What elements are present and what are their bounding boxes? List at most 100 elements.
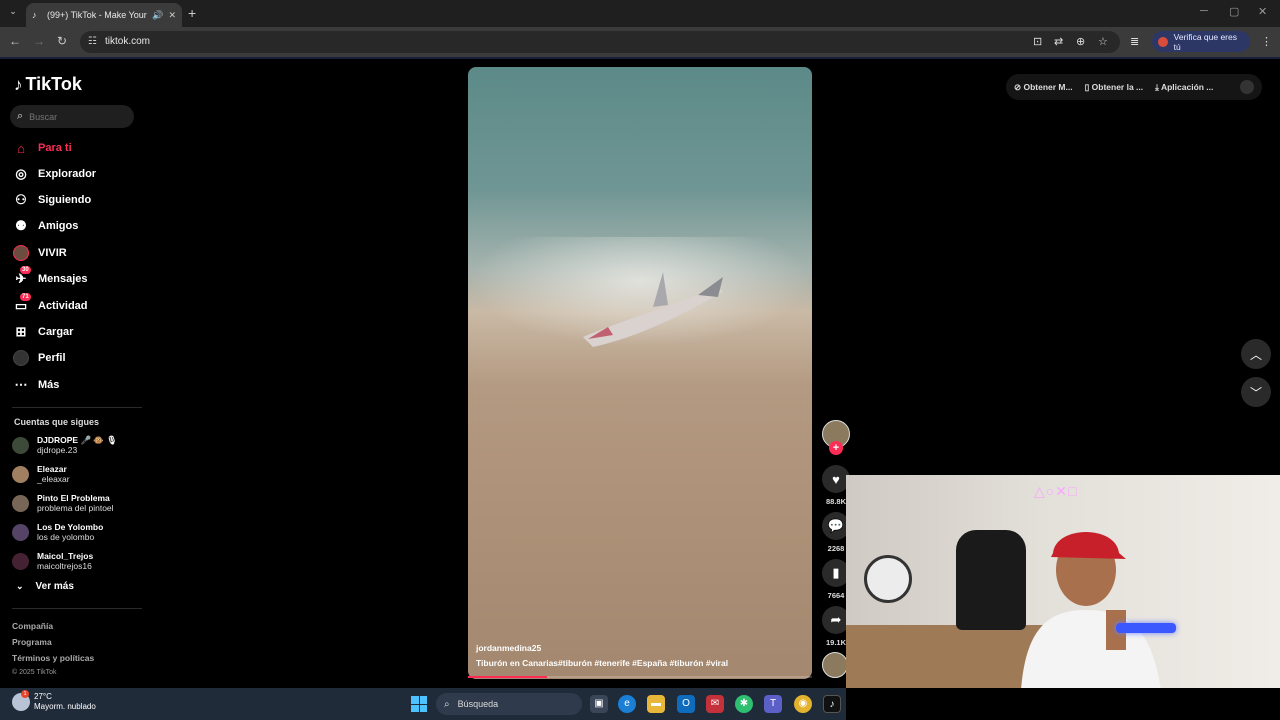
reload-icon[interactable]: ↻: [57, 34, 67, 48]
comment-icon: 💬: [827, 518, 845, 533]
nav-item-explorador[interactable]: ◎ Explorador: [12, 163, 96, 185]
video-username[interactable]: jordanmedina25: [476, 643, 541, 653]
following-user: djdrope.23: [37, 444, 78, 455]
mail-icon[interactable]: ✉: [706, 695, 724, 713]
zoom-icon[interactable]: ⊕: [1076, 35, 1085, 48]
taskbar-search[interactable]: ⌕ Búsqueda: [436, 693, 582, 715]
nav-item-perfil[interactable]: Perfil: [12, 347, 66, 369]
browser-menu-icon[interactable]: ⋮: [1261, 35, 1272, 48]
share-icon: ➦: [830, 612, 842, 627]
nav-item-amigos[interactable]: ⚉ Amigos: [12, 215, 78, 237]
get-app-link[interactable]: ▯ Obtener la ...: [1085, 82, 1144, 93]
search-icon: ⌕: [444, 698, 450, 710]
reading-list-icon[interactable]: ≣: [1130, 35, 1139, 48]
file-explorer-icon[interactable]: ▬: [647, 695, 665, 713]
follow-plus-icon[interactable]: +: [829, 441, 843, 455]
verify-label: Verifica que eres tú: [1173, 31, 1237, 52]
avatar: [12, 552, 29, 570]
new-tab-icon[interactable]: +: [188, 5, 196, 21]
profile-avatar-icon: [1158, 36, 1168, 47]
nav-item-cargar[interactable]: ⊞ Cargar: [12, 321, 74, 343]
nav-item-siguiendo[interactable]: ⚇ Siguiendo: [12, 189, 91, 211]
get-coins-link[interactable]: ⊘ Obtener M...: [1014, 82, 1073, 93]
upload-icon: ⊞: [15, 324, 27, 339]
tab-title: (99+) TikTok - Make Your Da: [47, 10, 147, 20]
xbox-app-icon[interactable]: ✱: [735, 695, 753, 713]
nav-item-vivir[interactable]: VIVIR: [12, 242, 67, 264]
sidebar-divider: [12, 608, 142, 609]
teams-icon[interactable]: T: [764, 695, 782, 713]
outlook-icon[interactable]: O: [677, 695, 695, 713]
fan-image: [864, 555, 912, 603]
weather-badge: 1: [21, 690, 29, 698]
profile-avatar-icon[interactable]: [1240, 80, 1254, 94]
following-item[interactable]: Los De Yolombo los de yolombo: [12, 520, 103, 544]
footer-link[interactable]: Términos y políticas: [12, 653, 94, 663]
following-user: _eleaxar: [37, 473, 70, 484]
weather-widget[interactable]: 1 27°C Mayorm. nublado: [12, 690, 96, 712]
chrome-icon[interactable]: ◉: [794, 695, 812, 713]
tab-tiktok[interactable]: ♪ (99+) TikTok - Make Your Da 🔊 ✕: [26, 3, 182, 27]
activity-icon: ▭ 71: [14, 293, 31, 313]
minimize-icon[interactable]: ─: [1200, 5, 1208, 17]
messages-icon: ✈ 30: [15, 266, 31, 286]
windows-start-icon[interactable]: [411, 696, 427, 712]
footer-link[interactable]: Compañía: [12, 621, 53, 631]
nav-item-mensajes[interactable]: ✈ 30 Mensajes: [12, 266, 88, 290]
nav-item-actividad[interactable]: ▭ 71 Actividad: [12, 293, 88, 317]
microphone-light: [1116, 623, 1176, 633]
close-window-icon[interactable]: ✕: [1258, 5, 1267, 18]
nav-item-mas[interactable]: ⋯ Más: [12, 374, 60, 396]
bookmark-star-icon[interactable]: ☆: [1098, 35, 1108, 48]
avatar: [12, 465, 29, 483]
tiktok-logo[interactable]: ♪ TikTok: [14, 74, 82, 95]
search-input[interactable]: [29, 111, 120, 122]
close-tab-icon[interactable]: ✕: [168, 10, 176, 21]
copyright: © 2025 TikTok: [12, 669, 57, 676]
link-label: Obtener la ...: [1091, 81, 1144, 92]
video-caption: Tiburón en Canarias#tiburón #tenerife #E…: [476, 658, 729, 668]
following-name: DJDROPE 🎤 🐵 🎙: [37, 434, 118, 445]
search-box[interactable]: ⌕: [10, 105, 134, 128]
back-icon[interactable]: ←: [9, 34, 21, 48]
friends-icon: ⚉: [15, 218, 27, 233]
nav-label: Actividad: [38, 300, 88, 312]
sidebar-divider: [12, 407, 142, 408]
logo-text: TikTok: [25, 74, 82, 94]
install-app-icon[interactable]: ⊡: [1033, 35, 1042, 48]
see-more-button[interactable]: ⌄ Ver más: [16, 581, 74, 592]
following-name: Maicol_Trejos: [37, 550, 94, 561]
nav-label: VIVIR: [38, 247, 67, 259]
nav-item-para-ti[interactable]: ⌂ Para ti: [12, 137, 72, 159]
audio-icon[interactable]: 🔊: [152, 10, 163, 21]
following-name: Los De Yolombo: [37, 521, 104, 532]
task-view-icon[interactable]: ▣: [590, 695, 608, 713]
edge-icon[interactable]: e: [618, 695, 636, 713]
following-item[interactable]: Pinto El Problema problema del pintoel: [12, 491, 114, 515]
nav-label: Para ti: [38, 142, 72, 154]
tab-search-icon[interactable]: ⌄: [6, 6, 20, 20]
maximize-icon[interactable]: ▢: [1229, 5, 1239, 18]
address-bar[interactable]: ☷ tiktok.com: [80, 31, 1120, 53]
desktop-app-link[interactable]: ⤓ Aplicación ...: [1155, 82, 1213, 93]
following-item[interactable]: DJDROPE 🎤 🐵 🎙 djdrope.23: [12, 433, 117, 457]
link-label: Obtener M...: [1023, 81, 1073, 92]
verify-profile-button[interactable]: Verifica que eres tú: [1152, 31, 1250, 52]
taskbar-search-label: Búsqueda: [457, 699, 499, 709]
site-info-icon[interactable]: ☷: [88, 36, 97, 47]
video-progress-bar[interactable]: [468, 676, 812, 678]
previous-video-button[interactable]: ︿: [1241, 339, 1271, 369]
video-player[interactable]: [468, 67, 812, 679]
forward-icon[interactable]: →: [33, 34, 45, 48]
translate-icon[interactable]: ⇄: [1054, 35, 1063, 48]
next-video-button[interactable]: ﹀: [1241, 377, 1271, 407]
tiktok-app-icon[interactable]: ♪: [823, 695, 841, 713]
avatar: [12, 523, 29, 541]
following-item[interactable]: Eleazar _eleaxar: [12, 462, 70, 486]
webcam-overlay: △○✕□: [846, 475, 1280, 688]
sound-disc-avatar[interactable]: [822, 652, 848, 678]
page-divider: [0, 57, 1280, 59]
following-section-title: Cuentas que sigues: [14, 417, 100, 427]
footer-link[interactable]: Programa: [12, 637, 52, 647]
following-item[interactable]: Maicol_Trejos maicoltrejos16: [12, 549, 93, 573]
